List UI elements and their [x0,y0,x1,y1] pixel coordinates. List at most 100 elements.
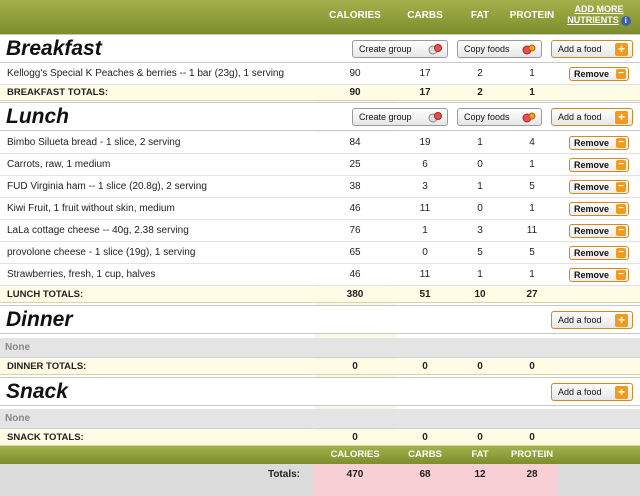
total-calories: 0 [352,361,358,372]
food-name[interactable]: Carrots, raw, 1 medium [7,154,110,176]
totals-label: LUNCH TOTALS: [7,289,84,300]
snack-header: Snack Add a food + [0,377,640,406]
food-protein: 11 [526,225,538,236]
col-footer-protein: PROTEIN [510,449,554,460]
food-calories: 46 [349,203,361,214]
col-header-fat: FAT [470,10,490,21]
food-carbs: 17 [419,68,431,79]
dinner-header: Dinner Add a food + [0,305,640,334]
food-calories: 25 [349,159,361,170]
add-food-button[interactable]: Add a food + [551,40,633,58]
total-carbs: 51 [419,289,431,300]
add-food-button[interactable]: Add a food + [551,108,633,126]
food-row: Carrots, raw, 1 medium 25 6 0 1 Remove − [0,154,640,176]
remove-button[interactable]: Remove − [569,180,629,194]
minus-icon: − [616,138,626,148]
info-icon[interactable]: i [620,15,631,26]
food-name[interactable]: LaLa cottage cheese -- 40g, 2.38 serving [7,220,189,242]
remove-button[interactable]: Remove − [569,224,629,238]
col-header-protein: PROTEIN [509,10,555,21]
col-header-calories: CALORIES [329,10,381,21]
grand-total-calories: 470 [314,464,396,496]
food-protein: 5 [529,247,535,258]
add-food-button[interactable]: Add a food + [551,311,633,329]
food-row: LaLa cottage cheese -- 40g, 2.38 serving… [0,220,640,242]
food-row: FUD Virginia ham -- 1 slice (20.8g), 2 s… [0,176,640,198]
create-group-button[interactable]: Create group [352,108,448,126]
plus-icon: + [615,314,628,327]
none-label: None [5,413,30,424]
plus-icon: + [615,111,628,124]
food-name[interactable]: Kiwi Fruit, 1 fruit without skin, medium [7,198,175,220]
grand-totals-row: Totals: 470 68 12 28 [0,464,640,496]
copy-foods-button[interactable]: Copy foods [457,108,542,126]
food-name[interactable]: Bimbo Silueta bread - 1 slice, 2 serving [7,132,180,154]
group-icon [428,44,442,55]
food-calories: 46 [349,269,361,280]
total-protein: 1 [529,87,535,98]
food-protein: 4 [529,137,535,148]
group-icon [428,112,442,123]
remove-button[interactable]: Remove − [569,202,629,216]
minus-icon: − [616,270,626,280]
column-header-bar: CALORIES CARBS FAT PROTEIN ADD MORE NUTR… [0,0,640,34]
dinner-totals-row: DINNER TOTALS: 0 0 0 0 [0,359,640,375]
add-food-button[interactable]: Add a food + [551,383,633,401]
food-fat: 2 [477,68,483,79]
total-carbs: 0 [422,432,428,443]
meal-title-dinner: Dinner [6,308,73,331]
food-carbs: 6 [422,159,428,170]
meal-title-lunch: Lunch [6,105,69,128]
meal-title-snack: Snack [6,380,68,403]
food-carbs: 11 [419,269,431,280]
add-more-nutrients-link[interactable]: ADD MORE NUTRIENTS i [558,4,640,30]
minus-icon: − [616,182,626,192]
food-protein: 1 [529,68,535,79]
food-calories: 76 [349,225,361,236]
total-calories: 90 [349,87,361,98]
col-footer-fat: FAT [471,449,489,460]
snack-totals-row: SNACK TOTALS: 0 0 0 0 [0,430,640,446]
create-group-button[interactable]: Create group [352,40,448,58]
food-name[interactable]: provolone cheese - 1 slice (19g), 1 serv… [7,242,195,264]
food-fat: 5 [477,247,483,258]
remove-button[interactable]: Remove − [569,246,629,260]
food-fat: 1 [477,269,483,280]
food-calories: 90 [349,68,361,79]
food-protein: 1 [529,203,535,214]
remove-button[interactable]: Remove − [569,136,629,150]
plus-icon: + [615,43,628,56]
total-protein: 0 [529,361,535,372]
food-fat: 1 [477,181,483,192]
grand-total-fat: 12 [454,464,506,496]
food-fat: 0 [477,159,483,170]
none-label: None [5,342,30,353]
food-calories: 38 [349,181,361,192]
minus-icon: − [616,226,626,236]
totals-label: DINNER TOTALS: [7,361,87,372]
food-protein: 1 [529,159,535,170]
remove-button[interactable]: Remove − [569,67,629,81]
minus-icon: − [616,248,626,258]
minus-icon: − [616,160,626,170]
food-name[interactable]: FUD Virginia ham -- 1 slice (20.8g), 2 s… [7,176,207,198]
copy-foods-button[interactable]: Copy foods [457,40,542,58]
food-carbs: 11 [419,203,431,214]
food-name[interactable]: Kellogg's Special K Peaches & berries --… [7,63,284,85]
food-name[interactable]: Strawberries, fresh, 1 cup, halves [7,264,155,286]
copy-icon [522,44,536,55]
food-protein: 1 [529,269,535,280]
total-calories: 380 [346,289,364,300]
remove-button[interactable]: Remove − [569,158,629,172]
snack-empty-row: None [0,409,640,429]
total-fat: 10 [474,289,486,300]
food-row: Kiwi Fruit, 1 fruit without skin, medium… [0,198,640,220]
lunch-totals-row: LUNCH TOTALS: 380 51 10 27 [0,287,640,303]
col-footer-calories: CALORIES [330,449,380,460]
grand-totals-label: Totals: [267,469,300,480]
breakfast-header: Breakfast Create group Copy foods Add a … [0,34,640,63]
remove-button[interactable]: Remove − [569,268,629,282]
food-carbs: 1 [422,225,428,236]
food-row: provolone cheese - 1 slice (19g), 1 serv… [0,242,640,264]
food-carbs: 19 [419,137,431,148]
